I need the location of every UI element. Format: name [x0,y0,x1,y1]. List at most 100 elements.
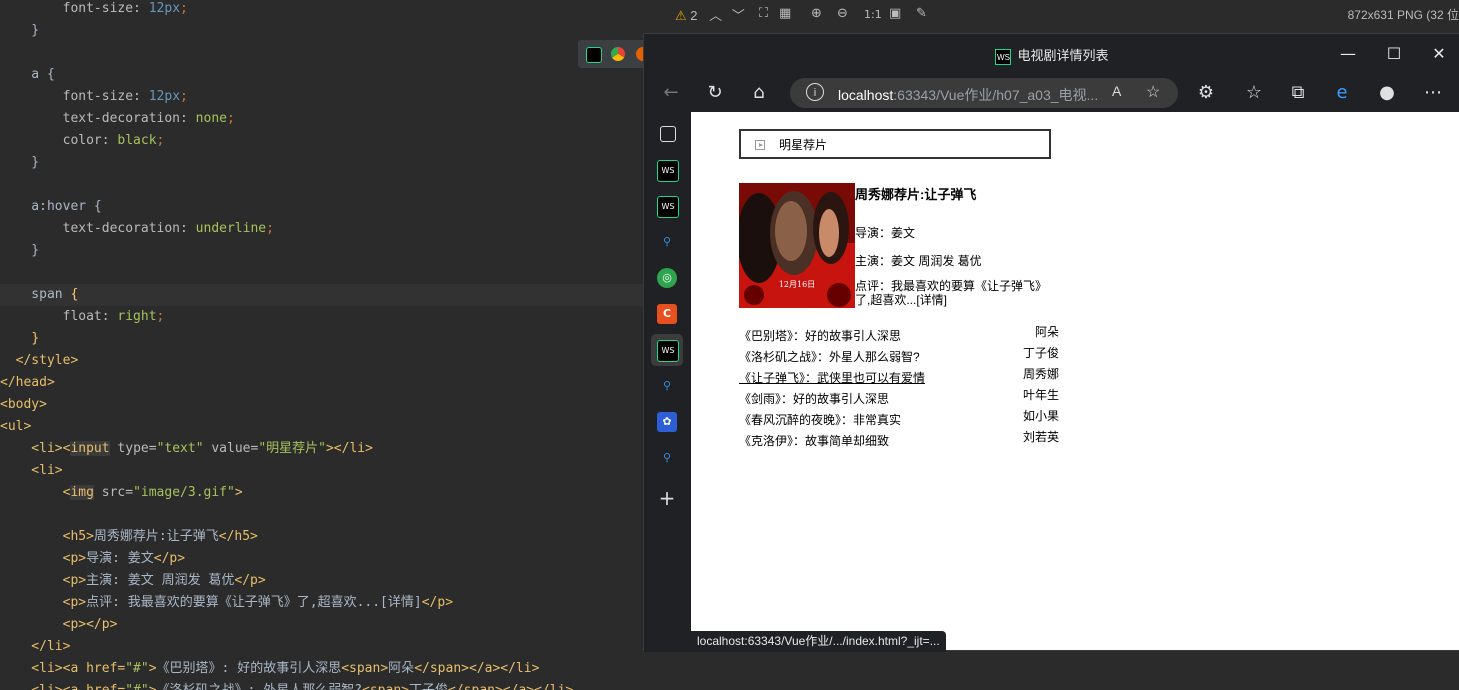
code-line[interactable]: text-decoration: none; [0,108,235,130]
new-tab-icon[interactable]: + [657,488,677,508]
address-text[interactable]: localhost:63343/Vue作业/h07_a03_电视... [838,85,1098,105]
tab-actions-icon[interactable] [660,126,676,142]
background-icon[interactable]: ▣ [889,6,901,21]
code-line[interactable]: } [0,20,39,42]
tab-webstorm-3[interactable]: WS [657,340,679,362]
profile-avatar[interactable]: ● [1374,80,1400,106]
code-line[interactable]: <body> [0,394,47,416]
fit-screen-icon[interactable]: ⛶ [759,6,768,21]
browser-popup-toolbar [578,40,650,68]
code-token: 阿朵 [388,661,415,676]
collections-icon[interactable]: ⧉ [1285,80,1311,106]
code-token: 12px [148,1,181,16]
search-box[interactable] [739,129,1051,159]
code-token: black [117,133,157,148]
code-line[interactable]: <p>导演: 姜文</p> [0,548,185,570]
warning-icon: ⚠ [675,8,687,23]
code-editor[interactable]: font-size: 12px; } a { font-size: 12px; … [0,0,745,690]
code-token: float: [0,309,118,324]
code-line[interactable]: <ul> [0,416,31,438]
code-line[interactable]: color: black; [0,130,165,152]
edge-icon[interactable]: e [1329,80,1355,106]
movie-link[interactable]: 《巴别塔》：好的故事引人深思 [739,329,901,343]
refresh-button[interactable]: ↻ [702,80,728,106]
code-line[interactable]: } [0,328,39,350]
code-line[interactable]: <li><a href="#">《巴别塔》: 好的故事引人深思<span>阿朵<… [0,658,539,680]
more-menu-icon[interactable]: ⋯ [1420,80,1446,106]
movie-link[interactable]: 《剑雨》：好的故事引人深思 [739,392,889,406]
code-line[interactable]: <p>点评: 我最喜欢的要算《让子弹飞》了,超喜欢...[详情]</p> [0,592,453,614]
code-token: </p> [234,573,266,588]
code-line[interactable]: <img src="image/3.gif"> [0,482,243,504]
movie-link[interactable]: 《洛杉矶之战》：外星人那么弱智? [739,350,920,364]
site-info-icon[interactable]: i [806,83,824,101]
code-line[interactable]: </head> [0,372,55,394]
search-input[interactable] [779,135,1039,153]
zoom-in-icon[interactable]: ⊕ [811,6,822,21]
tab-search-3[interactable]: ⚲ [657,448,677,468]
zoom-out-icon[interactable]: ⊖ [837,6,848,21]
extensions-icon[interactable]: ⚙ [1193,80,1219,106]
code-line[interactable]: a { [0,64,55,86]
address-bar[interactable]: i localhost:63343/Vue作业/h07_a03_电视... A … [790,78,1178,108]
list-item: 《洛杉矶之战》：外星人那么弱智? 丁子俊 [739,346,1059,368]
code-line[interactable]: </style> [0,350,79,372]
webstorm-icon[interactable] [586,47,602,63]
list-item: 《巴别塔》：好的故事引人深思 阿朵 [739,325,1059,347]
add-favorite-icon[interactable]: ☆ [1146,82,1160,102]
code-line[interactable]: <p></p> [0,614,118,636]
code-line[interactable]: float: right; [0,306,165,328]
tab-green-app[interactable]: ◎ [657,268,677,288]
code-line[interactable]: <li><input type="text" value="明星荐片"></li… [0,438,373,460]
tab-search-2[interactable]: ⚲ [657,376,677,396]
actual-size-button[interactable]: 1:1 [864,8,882,21]
chevron-down-icon[interactable]: ﹀ [732,8,745,23]
movie-title: 《洛杉矶之战》：外星人那么弱智? [739,350,920,364]
code-token: 周秀娜荐片:让子弹飞 [93,529,219,544]
tab-baidu[interactable]: ✿ [657,412,677,432]
code-line[interactable]: <h5>周秀娜荐片:让子弹飞</h5> [0,526,258,548]
code-token: ; [226,111,235,126]
maximize-button[interactable]: ☐ [1379,42,1409,66]
code-line[interactable]: <p>主演: 姜文 周润发 葛优</p> [0,570,266,592]
chevron-up-icon[interactable]: ︿ [709,8,722,23]
code-line[interactable]: font-size: 12px; [0,86,188,108]
close-button[interactable]: ✕ [1424,42,1454,66]
tab-c-app[interactable]: C [657,304,677,324]
minimize-button[interactable]: — [1333,42,1363,66]
chrome-icon[interactable] [611,47,625,61]
code-token: <li>< [0,441,71,456]
home-button[interactable]: ⌂ [746,80,772,106]
favorites-icon[interactable]: ☆ [1241,80,1267,106]
code-line[interactable]: } [0,152,39,174]
code-token: img [70,485,94,500]
code-token: </span></a></li> [414,661,540,676]
code-line[interactable]: <li> [0,460,62,482]
movie-link[interactable]: 《克洛伊》：故事简单却细致 [739,434,889,448]
code-token: type= [109,441,157,456]
code-token: 主演: 姜文 周润发 葛优 [86,573,235,588]
code-line[interactable]: </li> [0,636,70,658]
code-line[interactable]: <li><a href="#">《洛杉矶之战》: 外星人那么弱智?<span>丁… [0,680,573,690]
back-button[interactable]: ← [658,80,684,106]
movie-link[interactable]: 《春风沉醉的夜晚》：非常真实 [739,413,901,427]
movie-title: 《巴别塔》：好的故事引人深思 [739,329,902,343]
tab-search-1[interactable]: ⚲ [657,232,677,252]
code-line[interactable]: span { [0,284,745,306]
code-line[interactable]: } [0,240,39,262]
movie-link[interactable]: 《让子弹飞》：武侠里也可以有爱情 [739,371,925,385]
code-line[interactable]: a:hover { [0,196,101,218]
inspection-warnings[interactable]: ⚠ 2 ︿ ﹀ [675,5,745,24]
code-token: <ul> [0,419,32,434]
code-token: > [149,683,157,690]
tab-webstorm-1[interactable]: WS [657,160,679,182]
grid-icon[interactable]: ▦ [779,6,791,21]
read-aloud-icon[interactable]: A [1112,83,1121,99]
code-line[interactable]: font-size: 12px; [0,0,188,20]
tab-webstorm-2[interactable]: WS [657,196,679,218]
color-picker-icon[interactable]: ✎ [916,6,927,21]
code-token: { [70,287,79,302]
code-token: "明星荐片" [258,441,326,456]
code-line[interactable]: text-decoration: underline; [0,218,274,240]
